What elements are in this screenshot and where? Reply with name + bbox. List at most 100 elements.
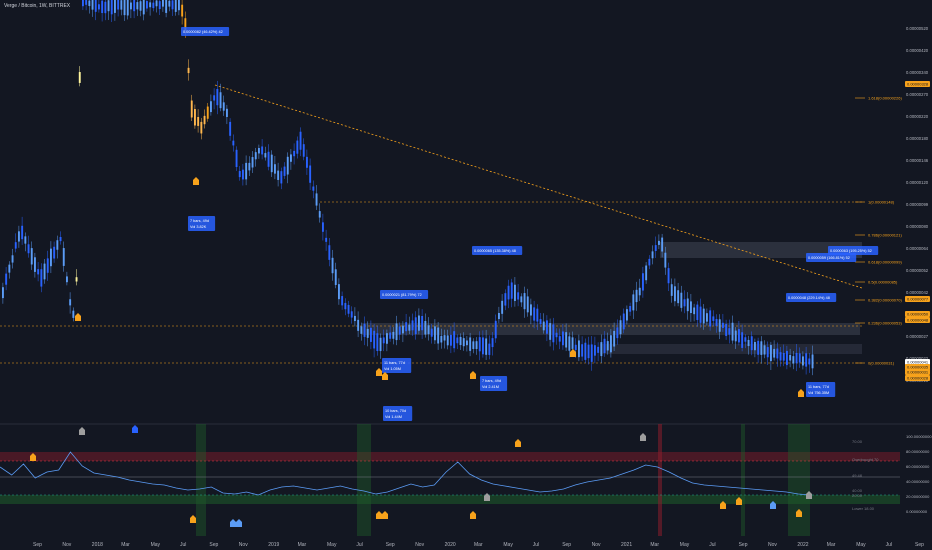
candle-body — [664, 252, 667, 268]
y-tick-label: 0.00000099 — [906, 202, 929, 207]
candle-body — [712, 316, 715, 321]
candle-body — [53, 246, 56, 259]
candle-body — [574, 344, 577, 350]
x-tick-label: Mar — [650, 542, 659, 548]
x-tick-label: Mar — [298, 542, 307, 548]
fib-label: 0.786(0.00000121) — [868, 233, 902, 238]
candle-body — [88, 0, 91, 7]
candle-body — [398, 326, 401, 335]
candle-body — [222, 102, 225, 111]
candle-body — [245, 162, 248, 180]
candle-body — [168, 0, 171, 7]
candle-body — [674, 286, 676, 302]
candle-body — [629, 306, 632, 312]
candle-body — [530, 304, 532, 316]
candle-body — [344, 302, 347, 310]
price-badge-text: 0.00000048 — [907, 318, 929, 323]
osc-tick-label: 80.00000000 — [906, 449, 930, 454]
x-tick-label: May — [151, 542, 161, 548]
candle-body — [440, 335, 443, 343]
candle-body — [443, 335, 446, 341]
candle-body — [210, 101, 212, 113]
candle-body — [562, 331, 564, 346]
candle-body — [174, 0, 177, 12]
candle-body — [722, 322, 724, 328]
candle-body — [402, 325, 404, 334]
candle-body — [162, 0, 164, 7]
fib-label: 0.382(0.00000070) — [868, 298, 902, 303]
candle-body — [190, 100, 193, 118]
candle-body — [549, 323, 552, 340]
fib-label: 0(0.00000031) — [868, 361, 895, 366]
osc-level-label: Lower 18.00 — [852, 506, 875, 511]
candle-body — [750, 336, 753, 351]
candle-body — [690, 301, 692, 314]
candle-body — [795, 352, 798, 364]
annotation-text: 7 bars, 49d — [190, 219, 209, 223]
candle-body — [424, 321, 427, 335]
candle-body — [747, 339, 750, 347]
candle-body — [267, 151, 270, 167]
candle-body — [146, 0, 148, 9]
candle-body — [85, 0, 88, 5]
candle-body — [226, 108, 228, 117]
y-tick-label: 0.00000146 — [906, 158, 929, 163]
candle-body — [776, 348, 779, 359]
candle-body — [581, 344, 584, 357]
candle-body — [744, 337, 747, 342]
candle-body — [709, 310, 712, 327]
price-badge-text: 0.00000031 — [907, 370, 929, 375]
candle-body — [507, 285, 510, 300]
candle-body — [520, 296, 523, 303]
annotation-text: Vol 1.05M — [384, 367, 401, 371]
osc-level-label: 70.00 — [852, 439, 863, 444]
x-tick-label: 2018 — [92, 542, 103, 548]
candle-body — [699, 306, 702, 323]
fib-label: 1(0.00000148) — [868, 200, 895, 205]
candle-body — [485, 338, 488, 355]
candle-body — [728, 328, 731, 335]
candle-body — [264, 153, 267, 158]
osc-tick-label: 40.00000000 — [906, 479, 930, 484]
candle-body — [286, 156, 289, 175]
candle-body — [120, 0, 123, 10]
y-tick-label: 0.00000064 — [906, 246, 929, 251]
candle-body — [494, 320, 497, 339]
candle-body — [258, 148, 260, 154]
candle-body — [216, 88, 219, 106]
price-badge-text: 0.00000328 — [907, 82, 929, 87]
x-tick-label: Nov — [239, 542, 248, 548]
osc-level-label: Overbought 70 — [852, 457, 879, 462]
candle-body — [254, 152, 257, 160]
candle-body — [40, 269, 43, 287]
candle-body — [114, 0, 116, 13]
candle-body — [123, 0, 126, 16]
y-tick-label: 0.00000180 — [906, 136, 929, 141]
candle-body — [373, 330, 376, 349]
candle-body — [661, 237, 664, 252]
candle-body — [526, 296, 529, 313]
candle-body — [197, 117, 200, 126]
x-tick-label: May — [503, 542, 513, 548]
price-badge-text: 0.00000028 — [907, 376, 929, 381]
candle-body — [456, 337, 459, 344]
candle-body — [91, 0, 94, 10]
candle-body — [760, 341, 763, 355]
candle-body — [802, 356, 804, 366]
candle-body — [482, 337, 484, 355]
candle-body — [472, 341, 475, 349]
annotation-text: Vol 3.82K — [190, 225, 207, 229]
candle-body — [277, 170, 280, 180]
candle-body — [309, 165, 312, 183]
candle-body — [600, 342, 603, 357]
candle-body — [165, 0, 168, 13]
x-tick-label: Mar — [827, 542, 836, 548]
candle-body — [386, 333, 388, 344]
candle-body — [248, 162, 251, 171]
candle-body — [149, 2, 152, 8]
candle-body — [296, 140, 299, 154]
x-tick-label: May — [680, 542, 690, 548]
candle-body — [805, 353, 808, 367]
candle-body — [5, 273, 8, 285]
candle-body — [235, 149, 238, 168]
